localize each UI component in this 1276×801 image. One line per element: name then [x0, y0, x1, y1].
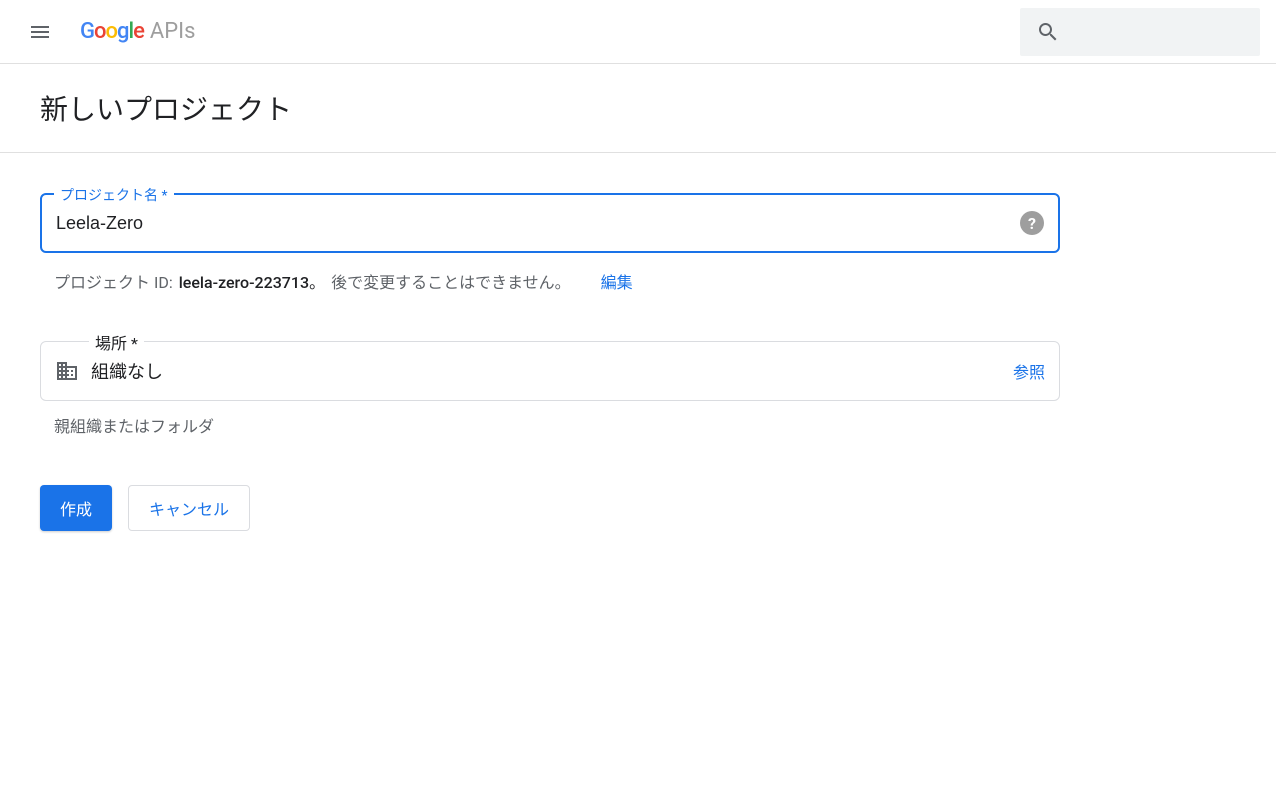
- project-name-label: プロジェクト名 *: [54, 185, 174, 205]
- logo[interactable]: Google APIs: [80, 19, 195, 44]
- page-title: 新しいプロジェクト: [40, 88, 1236, 128]
- new-project-form: プロジェクト名 * ? プロジェクト ID: leela-zero-223713…: [0, 153, 1100, 571]
- app-header: Google APIs: [0, 0, 1276, 64]
- cancel-button[interactable]: キャンセル: [128, 485, 250, 531]
- project-id-prefix: プロジェクト ID:: [54, 269, 173, 293]
- location-hint: 親組織またはフォルダ: [40, 413, 1060, 437]
- menu-icon[interactable]: [16, 8, 64, 56]
- project-name-field[interactable]: プロジェクト名 * ?: [40, 193, 1060, 253]
- location-field[interactable]: 場所 * 組織なし 参照: [40, 341, 1060, 401]
- project-id-warning: 後で変更することはできません。: [331, 269, 571, 293]
- browse-link[interactable]: 参照: [1013, 359, 1045, 383]
- logo-product: APIs: [150, 19, 196, 44]
- location-label: 場所 *: [89, 330, 144, 354]
- project-id-hint: プロジェクト ID: leela-zero-223713。 後で変更することはで…: [40, 269, 1060, 293]
- project-name-input[interactable]: [56, 213, 1020, 234]
- location-value: 組織なし: [91, 358, 1013, 384]
- form-buttons: 作成 キャンセル: [40, 485, 1060, 531]
- page-title-section: 新しいプロジェクト: [0, 64, 1276, 153]
- project-id-value: leela-zero-223713。: [179, 269, 325, 293]
- help-icon[interactable]: ?: [1020, 211, 1044, 235]
- create-button[interactable]: 作成: [40, 485, 112, 531]
- search-icon: [1036, 20, 1060, 44]
- organization-icon: [55, 359, 79, 383]
- edit-project-id-link[interactable]: 編集: [601, 269, 633, 293]
- project-name-field-group: プロジェクト名 * ? プロジェクト ID: leela-zero-223713…: [40, 193, 1060, 293]
- logo-brand: Google: [80, 19, 144, 44]
- search-input[interactable]: [1020, 8, 1260, 56]
